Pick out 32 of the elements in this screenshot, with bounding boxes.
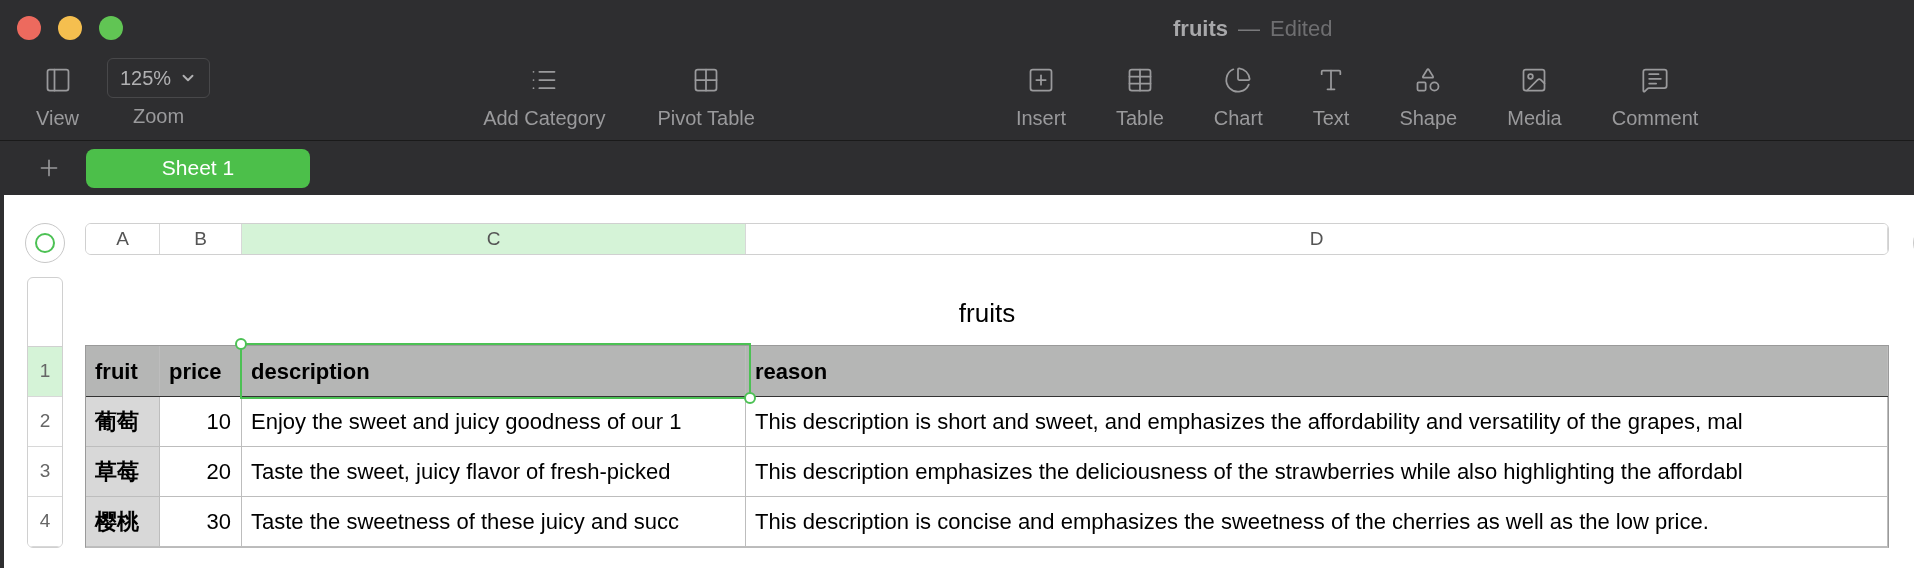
row-number[interactable]: 1 <box>28 347 62 397</box>
pie-chart-icon <box>1224 66 1253 94</box>
toolbar-button[interactable]: Text <box>1312 58 1350 128</box>
table-cell[interactable]: 草莓 <box>86 447 160 496</box>
header-cell[interactable]: fruit <box>86 346 160 396</box>
toolbar-button[interactable]: Table <box>1115 58 1164 128</box>
column-header[interactable]: A <box>86 224 160 254</box>
header-cell[interactable]: description <box>242 346 746 396</box>
toolbar-button[interactable]: View <box>36 58 79 128</box>
minimize-window-button[interactable] <box>58 16 82 40</box>
toolbar-label: Zoom <box>133 106 185 126</box>
toolbar-button[interactable]: Comment <box>1611 58 1699 128</box>
column-header[interactable]: C <box>242 224 746 254</box>
header-cell[interactable]: reason <box>746 346 1888 396</box>
toolbar-button[interactable]: Add Category <box>483 58 606 128</box>
toolbar-button[interactable]: Chart <box>1213 58 1263 128</box>
close-window-button[interactable] <box>17 16 41 40</box>
selection-handle[interactable] <box>235 338 247 350</box>
zoom-dropdown[interactable]: 125% <box>107 58 211 98</box>
speech-bubble-icon <box>1641 66 1670 94</box>
toolbar-button[interactable]: Pivot Table <box>657 58 755 128</box>
table-cell[interactable]: 葡萄 <box>86 397 160 446</box>
table-cell[interactable]: 樱桃 <box>86 497 160 546</box>
document-status: Edited <box>1270 15 1333 43</box>
toolbar-button[interactable]: Insert <box>1015 58 1066 128</box>
header-cell[interactable]: price <box>160 346 242 396</box>
toolbar-button[interactable]: Shape <box>1399 58 1458 128</box>
table-title: fruits <box>958 296 1016 330</box>
toolbar-button[interactable]: Media <box>1507 58 1562 128</box>
title-separator: — <box>1238 15 1260 43</box>
window-title: fruits <box>1173 15 1228 43</box>
maximize-window-button[interactable] <box>99 16 123 40</box>
